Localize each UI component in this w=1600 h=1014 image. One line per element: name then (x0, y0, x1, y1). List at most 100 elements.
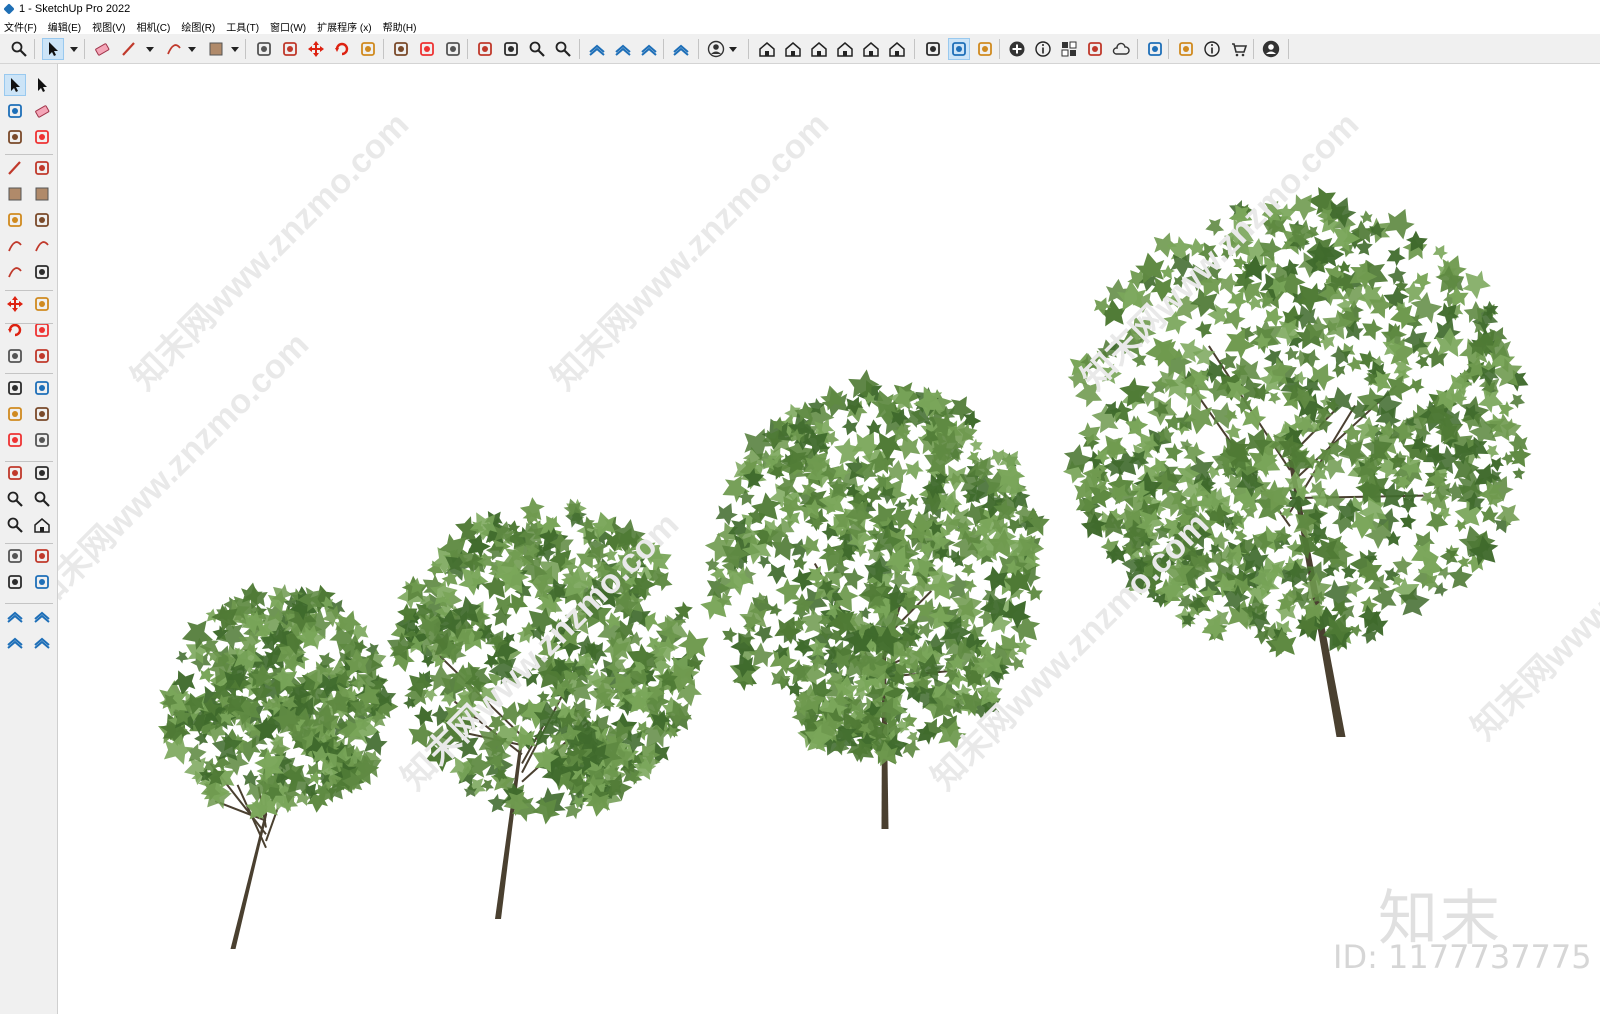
menu-tools[interactable]: 工具(T) (226, 19, 259, 34)
tag-tool-button[interactable] (31, 126, 53, 148)
section-plane-tool-button[interactable] (31, 571, 53, 593)
sandbox-from-scratch-tool-button[interactable] (31, 605, 53, 627)
pencil-line-icon (8, 161, 21, 175)
make-component-tool-button[interactable] (4, 126, 26, 148)
section-plane-button[interactable] (922, 38, 944, 60)
add-location-button[interactable] (1006, 38, 1028, 60)
menu-camera[interactable]: 相机(C) (136, 19, 170, 34)
select-arrow-button[interactable] (42, 38, 64, 60)
follow-me-button[interactable] (279, 38, 301, 60)
zoom-extents-button[interactable] (552, 38, 574, 60)
section-display-button[interactable] (948, 38, 970, 60)
menu-bar: 文件(F) 编辑(E) 视图(V) 相机(C) 绘图(R) 工具(T) 窗口(W… (0, 18, 1600, 34)
dropdown-arrow-icon[interactable] (729, 47, 737, 52)
three-point-arc-tool-button[interactable] (4, 261, 26, 283)
rotate-button[interactable] (331, 38, 353, 60)
orbit-tool-button[interactable] (4, 462, 26, 484)
sandbox-from-scratch-button[interactable] (612, 38, 634, 60)
polygon-tool-button[interactable] (31, 209, 53, 231)
dropdown-arrow-icon[interactable] (146, 47, 154, 52)
push-pull-button[interactable] (253, 38, 275, 60)
section-cuts-button[interactable] (974, 38, 996, 60)
user-account-button[interactable] (705, 38, 727, 60)
menu-file[interactable]: 文件(F) (4, 19, 37, 34)
eraser-tool-button[interactable] (31, 100, 53, 122)
styles-button[interactable] (1084, 38, 1106, 60)
dropdown-arrow-icon[interactable] (231, 47, 239, 52)
leaf-clump (902, 739, 921, 759)
scale-button[interactable] (357, 38, 379, 60)
pan-tool-button[interactable] (31, 462, 53, 484)
back-view-button[interactable] (860, 38, 882, 60)
move-tool-button[interactable] (4, 293, 26, 315)
sandbox-smoove-tool-button[interactable] (4, 631, 26, 653)
iso-view-button[interactable] (756, 38, 778, 60)
pencil-line-tool-button[interactable] (4, 157, 26, 179)
rectangle-tool-button[interactable] (4, 183, 26, 205)
rectangle-button[interactable] (205, 38, 227, 60)
tape-measure-tool-button[interactable] (4, 377, 26, 399)
text-tool-button[interactable] (31, 403, 53, 425)
components-button[interactable] (1058, 38, 1080, 60)
dropdown-arrow-icon[interactable] (70, 47, 78, 52)
left-view-button[interactable] (886, 38, 908, 60)
account-button[interactable] (1260, 38, 1282, 60)
sandbox-smoove-button[interactable] (638, 38, 660, 60)
extension-warehouse-button[interactable] (1228, 38, 1250, 60)
zoom-window-tool-button[interactable] (31, 488, 53, 510)
rotated-rectangle-tool-button[interactable] (31, 183, 53, 205)
front-view-button[interactable] (808, 38, 830, 60)
model-viewport[interactable]: 知末网www.znzmo.com 知末网www.znzmo.com 知末网www.z… (58, 64, 1600, 1014)
paint-bucket-tool-button[interactable] (4, 100, 26, 122)
zoom-tool-button[interactable] (526, 38, 548, 60)
sandbox-stamp-tool-button[interactable] (31, 631, 53, 653)
look-around-tool-button[interactable] (31, 545, 53, 567)
dimension-tool-button[interactable] (31, 377, 53, 399)
extension-settings-button[interactable] (1144, 38, 1166, 60)
right-view-button[interactable] (834, 38, 856, 60)
push-pull-tool-button[interactable] (31, 293, 53, 315)
text-button[interactable] (416, 38, 438, 60)
offset-tool-button[interactable] (31, 345, 53, 367)
zoom-tool-button[interactable] (4, 488, 26, 510)
previous-view-tool-button[interactable] (31, 514, 53, 536)
pencil-line-button[interactable] (118, 38, 140, 60)
orbit-button[interactable] (474, 38, 496, 60)
menu-edit[interactable]: 编辑(E) (48, 19, 81, 34)
pan-button[interactable] (500, 38, 522, 60)
eraser-button[interactable] (91, 38, 113, 60)
zoom-extents-tool-button[interactable] (4, 514, 26, 536)
layout-button[interactable] (1175, 38, 1197, 60)
arc-tool-button[interactable] (4, 235, 26, 257)
arc-button[interactable] (163, 38, 185, 60)
top-view-button[interactable] (782, 38, 804, 60)
sandbox-stamp-button[interactable] (670, 38, 692, 60)
dropdown-arrow-icon[interactable] (188, 47, 196, 52)
lasso-select-tool-button[interactable] (31, 74, 53, 96)
menu-extensions[interactable]: 扩展程序 (x) (317, 19, 371, 34)
circle-tool-button[interactable] (4, 209, 26, 231)
pie-tool-button[interactable] (31, 261, 53, 283)
move-button[interactable] (305, 38, 327, 60)
cloud-upload-button[interactable] (1110, 38, 1132, 60)
menu-help[interactable]: 帮助(H) (383, 19, 417, 34)
walk-tool-button[interactable] (4, 571, 26, 593)
freehand-tool-button[interactable] (31, 157, 53, 179)
menu-draw[interactable]: 绘图(R) (181, 19, 215, 34)
protractor-tool-button[interactable] (4, 403, 26, 425)
model-info-button[interactable] (1032, 38, 1054, 60)
scale-tool-button[interactable] (4, 345, 26, 367)
two-point-arc-tool-button[interactable] (31, 235, 53, 257)
menu-view[interactable]: 视图(V) (92, 19, 125, 34)
axes-tool-button[interactable] (4, 429, 26, 451)
menu-window[interactable]: 窗口(W) (270, 19, 306, 34)
position-camera-tool-button[interactable] (4, 545, 26, 567)
sandbox-from-contours-button[interactable] (586, 38, 608, 60)
zoom-button[interactable] (8, 38, 30, 60)
info-button[interactable] (1201, 38, 1223, 60)
paint-bucket-button[interactable] (442, 38, 464, 60)
3d-text-tool-button[interactable] (31, 429, 53, 451)
select-arrow-tool-button[interactable] (4, 74, 26, 96)
sandbox-from-contours-tool-button[interactable] (4, 605, 26, 627)
tape-measure-button[interactable] (390, 38, 412, 60)
